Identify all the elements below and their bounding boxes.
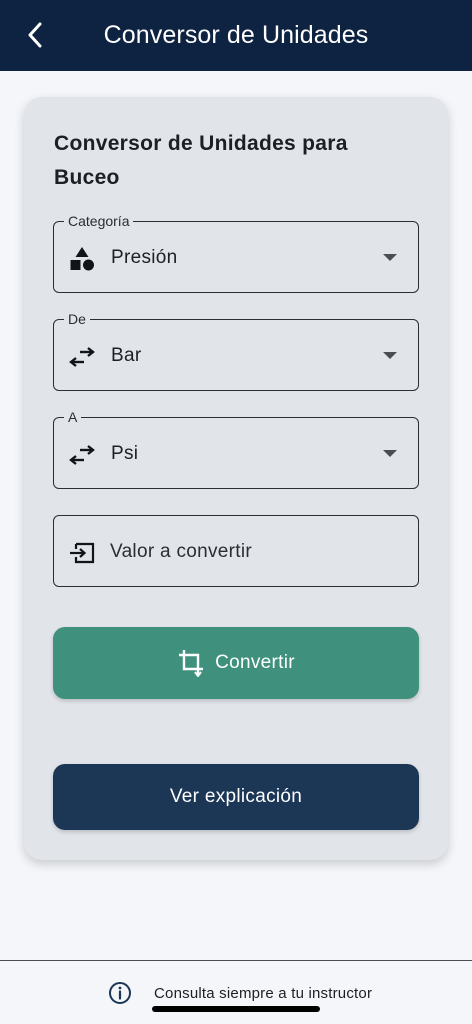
convert-button[interactable]: Convertir (53, 627, 419, 699)
value-input[interactable] (110, 538, 400, 566)
from-unit-value: Bar (111, 345, 142, 366)
category-select[interactable]: Categoría Presión (53, 212, 419, 293)
to-unit-label: A (64, 408, 82, 426)
from-unit-select[interactable]: De Bar (53, 310, 419, 391)
convert-button-label: Convertir (215, 652, 295, 673)
page-title: Conversor de Unidades (103, 21, 369, 49)
converter-card: Conversor de Unidades para Buceo Categor… (24, 97, 448, 860)
to-unit-select[interactable]: A Psi (53, 408, 419, 489)
category-label: Categoría (64, 212, 134, 230)
footer-bar: Consulta siempre a tu instructor (0, 960, 472, 1024)
from-unit-label: De (64, 310, 90, 328)
card-title: Conversor de Unidades para Buceo (54, 132, 348, 189)
app-bar: Conversor de Unidades (0, 0, 472, 71)
input-icon (68, 539, 96, 567)
crop-icon (177, 648, 205, 678)
shapes-icon (68, 245, 96, 273)
chevron-down-icon (383, 450, 397, 457)
swap-horiz-icon (68, 441, 96, 469)
category-value: Presión (111, 247, 178, 268)
info-icon (109, 982, 131, 1004)
to-unit-value: Psi (111, 443, 139, 464)
chevron-down-icon (383, 254, 397, 261)
footer-text: Consulta siempre a tu instructor (154, 985, 373, 1002)
home-indicator[interactable] (152, 1006, 320, 1012)
chevron-down-icon (383, 352, 397, 359)
explain-button[interactable]: Ver explicación (53, 764, 419, 830)
swap-horiz-icon (68, 343, 96, 371)
value-field[interactable] (53, 515, 419, 587)
